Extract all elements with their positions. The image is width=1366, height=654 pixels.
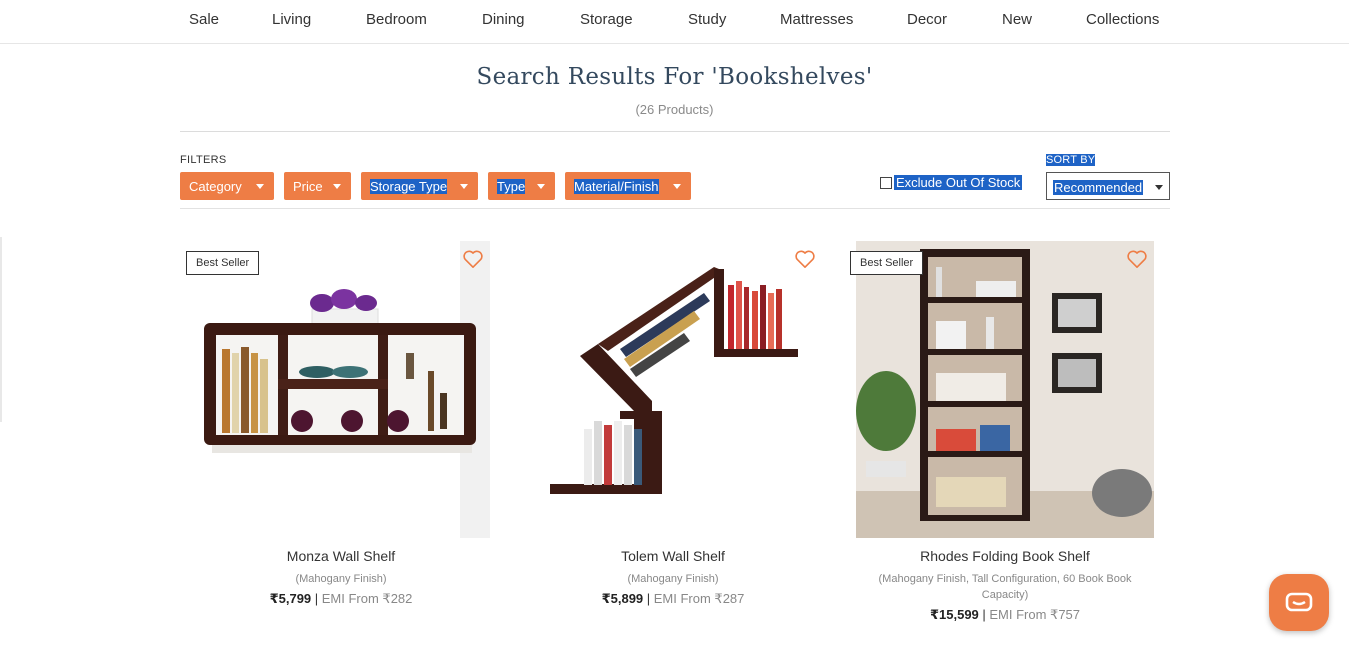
heart-icon[interactable] [462,249,484,269]
nav-mattresses[interactable]: Mattresses [780,11,853,28]
filter-type-button[interactable]: Type [488,172,555,200]
product-price-row: ₹15,599 | EMI From ₹757 [929,607,1081,622]
nav-decor[interactable]: Decor [907,11,947,28]
product-name[interactable]: Monza Wall Shelf [192,548,490,564]
nav-living[interactable]: Living [272,11,311,28]
caret-down-icon [1155,185,1163,190]
nav-sale[interactable]: Sale [189,11,219,28]
product-price-row: ₹5,799 | EMI From ₹282 [269,591,413,606]
filter-storage-type-label: Storage Type [370,178,448,194]
nav-bedroom[interactable]: Bedroom [366,11,427,28]
filter-material-finish-button[interactable]: Material/Finish [565,172,691,200]
best-seller-badge: Best Seller [186,251,260,275]
sort-select[interactable]: Recommended [1046,172,1170,200]
page-title: Search Results For 'Bookshelves' [476,64,873,90]
left-edge-tab [0,237,2,422]
filter-category-button[interactable]: Category [180,172,274,200]
filter-price-button[interactable]: Price [284,172,351,200]
product-name[interactable]: Rhodes Folding Book Shelf [856,548,1154,564]
product-price: ₹5,799 [269,591,312,606]
nav-study[interactable]: Study [688,11,726,28]
product-price-row: ₹5,899 | EMI From ₹287 [601,591,745,606]
product-image-rhodes-folding-book-shelf[interactable] [856,241,1154,538]
best-seller-badge: Best Seller [850,251,924,275]
top-nav: Sale Living Bedroom Dining Storage Study… [0,0,1349,44]
filter-storage-type-button[interactable]: Storage Type [361,172,478,200]
product-image-monza-wall-shelf[interactable] [192,241,490,538]
chat-icon [1285,592,1313,612]
nav-storage[interactable]: Storage [580,11,633,28]
product-name[interactable]: Tolem Wall Shelf [524,548,822,564]
filter-price-label: Price [293,178,323,194]
caret-down-icon [673,184,681,189]
filter-category-label: Category [189,178,242,194]
heart-icon[interactable] [1126,249,1148,269]
sort-value: Recommended [1053,180,1144,195]
divider [180,131,1170,132]
heart-icon[interactable] [794,249,816,269]
chat-button[interactable] [1269,574,1329,631]
caret-down-icon [256,184,264,189]
nav-dining[interactable]: Dining [482,11,525,28]
nav-collections[interactable]: Collections [1086,11,1159,28]
filters-label: FILTERS [180,154,227,166]
product-price: ₹5,899 [601,591,644,606]
product-emi: EMI From ₹282 [321,591,413,606]
caret-down-icon [460,184,468,189]
caret-down-icon [333,184,341,189]
exclude-out-of-stock[interactable]: Exclude Out Of Stock [880,175,1023,190]
exclude-label: Exclude Out Of Stock [894,175,1023,190]
product-finish: (Mahogany Finish) [295,573,387,585]
sort-by-label: SORT BY [1046,154,1096,166]
filter-type-label: Type [497,178,526,194]
filter-material-finish-label: Material/Finish [574,178,659,194]
nav-new[interactable]: New [1002,11,1032,28]
product-price: ₹15,599 [929,607,979,622]
exclude-checkbox[interactable] [880,176,892,189]
product-emi: EMI From ₹757 [989,607,1081,622]
product-finish: (Mahogany Finish, Tall Configuration, 60… [878,573,1132,601]
divider [180,208,1170,209]
caret-down-icon [537,184,545,189]
product-count: (26 Products) [635,102,714,117]
product-finish: (Mahogany Finish) [627,573,719,585]
product-image-tolem-wall-shelf[interactable] [524,241,822,538]
product-emi: EMI From ₹287 [653,591,745,606]
